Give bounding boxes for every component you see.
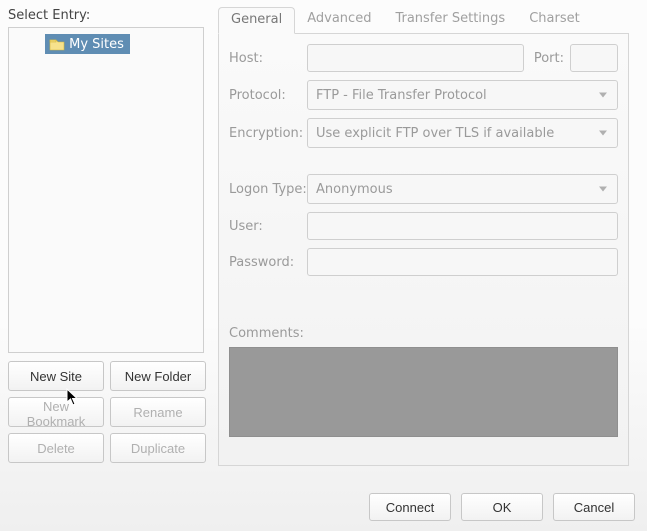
right-column: General Advanced Transfer Settings Chars… (218, 8, 637, 466)
new-folder-button[interactable]: New Folder (110, 361, 206, 391)
protocol-select: FTP - File Transfer Protocol (307, 80, 618, 110)
left-column: Select Entry: My Sites New Site New Fold… (8, 8, 218, 466)
port-input (570, 44, 618, 72)
tab-transfer-settings[interactable]: Transfer Settings (383, 7, 517, 34)
chevron-down-icon (599, 187, 607, 192)
site-manager-window: Select Entry: My Sites New Site New Fold… (0, 0, 647, 531)
general-panel: Host: Port: Protocol: FTP - File Transfe… (218, 34, 629, 466)
folder-icon (49, 37, 65, 51)
duplicate-button: Duplicate (110, 433, 206, 463)
encryption-value: Use explicit FTP over TLS if available (316, 126, 554, 141)
cancel-button[interactable]: Cancel (553, 493, 635, 521)
host-input (307, 44, 524, 72)
tab-general[interactable]: General (218, 7, 295, 34)
protocol-value: FTP - File Transfer Protocol (316, 88, 487, 103)
comments-textarea (229, 347, 618, 437)
protocol-label: Protocol: (229, 88, 307, 103)
tree-root-label: My Sites (69, 37, 124, 52)
logon-type-value: Anonymous (316, 182, 393, 197)
encryption-select: Use explicit FTP over TLS if available (307, 118, 618, 148)
new-site-button[interactable]: New Site (8, 361, 104, 391)
comments-label: Comments: (229, 326, 618, 341)
tab-bar: General Advanced Transfer Settings Chars… (218, 8, 629, 34)
ok-button[interactable]: OK (461, 493, 543, 521)
chevron-down-icon (599, 131, 607, 136)
connect-button[interactable]: Connect (369, 493, 451, 521)
encryption-label: Encryption: (229, 126, 307, 141)
entry-buttons-grid: New Site New Folder New Bookmark Rename … (8, 361, 218, 463)
new-bookmark-button: New Bookmark (8, 397, 104, 427)
port-label: Port: (534, 51, 564, 66)
dialog-buttons: Connect OK Cancel (369, 493, 635, 521)
logon-type-label: Logon Type: (229, 182, 307, 197)
delete-button: Delete (8, 433, 104, 463)
tab-advanced[interactable]: Advanced (295, 7, 383, 34)
logon-type-select: Anonymous (307, 174, 618, 204)
chevron-down-icon (599, 93, 607, 98)
host-label: Host: (229, 51, 307, 66)
site-tree[interactable]: My Sites (8, 27, 204, 353)
tab-charset[interactable]: Charset (517, 7, 592, 34)
rename-button: Rename (110, 397, 206, 427)
user-input (307, 212, 618, 240)
user-label: User: (229, 219, 307, 234)
select-entry-label: Select Entry: (8, 8, 218, 23)
password-input (307, 248, 618, 276)
tree-root-my-sites[interactable]: My Sites (45, 34, 130, 54)
password-label: Password: (229, 255, 307, 270)
